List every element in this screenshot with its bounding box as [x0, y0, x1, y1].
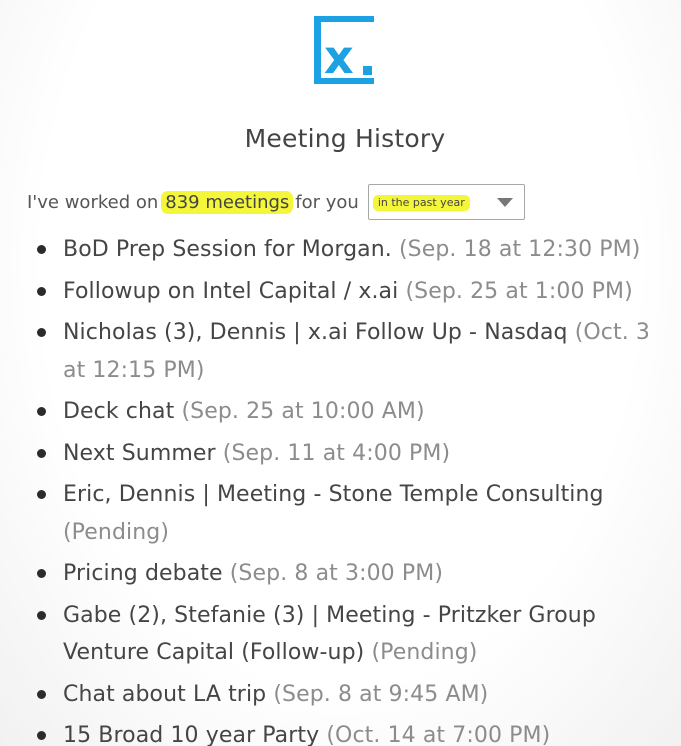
meeting-time: (Pending)	[371, 640, 478, 665]
meeting-time: (Pending)	[63, 519, 170, 545]
bullet-icon	[37, 689, 46, 699]
bullet-icon	[37, 448, 46, 458]
bullet-icon	[37, 731, 46, 740]
meeting-list-item[interactable]: Eric, Dennis | Meeting - Stone Temple Co…	[0, 476, 673, 551]
bullet-icon	[37, 490, 46, 499]
bullet-icon	[37, 407, 46, 416]
meeting-list-item[interactable]: Chat about LA trip (Sep. 8 at 9:45 AM)	[0, 676, 673, 714]
meeting-list-item[interactable]: Pricing debate (Sep. 8 at 3:00 PM)	[0, 555, 673, 593]
meeting-title: BoD Prep Session for Morgan.	[63, 237, 392, 262]
svg-text:x: x	[324, 30, 354, 84]
meeting-title: Nicholas (3), Dennis | x.ai Follow Up - …	[63, 320, 568, 345]
meeting-title: 15 Broad 10 year Party	[63, 723, 320, 746]
bullet-icon	[37, 610, 46, 620]
meeting-title: Followup on Intel Capital / x.ai	[63, 278, 399, 304]
summary-suffix: for you	[295, 191, 359, 213]
period-select[interactable]: in the past year	[367, 184, 525, 220]
meeting-list-item[interactable]: 15 Broad 10 year Party (Oct. 14 at 7:00 …	[0, 717, 673, 746]
meeting-title: Chat about LA trip	[63, 681, 267, 707]
meeting-list-item[interactable]: Deck chat (Sep. 25 at 10:00 AM)	[0, 393, 673, 431]
meeting-list-item[interactable]: Gabe (2), Stefanie (3) | Meeting - Pritz…	[0, 597, 673, 672]
meeting-list-item[interactable]: BoD Prep Session for Morgan. (Sep. 18 at…	[0, 231, 673, 269]
meeting-time: (Sep. 8 at 3:00 PM)	[229, 561, 444, 586]
meeting-summary: I've worked on 839 meetings for you in t…	[27, 183, 525, 221]
meeting-time: (Oct. 14 at 7:00 PM)	[326, 723, 551, 746]
meeting-list-item[interactable]: Next Summer (Sep. 11 at 4:00 PM)	[0, 435, 673, 473]
meeting-time: (Sep. 18 at 12:30 PM)	[398, 237, 641, 262]
meeting-title: Deck chat	[63, 399, 175, 424]
chevron-down-icon	[496, 198, 513, 207]
meeting-count: 839 meetings	[161, 190, 294, 214]
meeting-title: Eric, Dennis | Meeting - Stone Temple Co…	[63, 482, 604, 507]
meeting-time: (Sep. 25 at 1:00 PM)	[405, 278, 633, 304]
bullet-icon	[37, 286, 46, 296]
meeting-list: BoD Prep Session for Morgan. (Sep. 18 at…	[0, 231, 673, 746]
period-select-value: in the past year	[372, 195, 470, 211]
page-title: Meeting History	[244, 124, 446, 153]
meeting-list-item[interactable]: Nicholas (3), Dennis | x.ai Follow Up - …	[0, 314, 673, 389]
meeting-time: (Sep. 11 at 4:00 PM)	[222, 440, 451, 466]
bullet-icon	[37, 569, 46, 578]
bullet-icon	[37, 328, 46, 337]
summary-prefix: I've worked on	[27, 191, 159, 213]
meeting-title: Pricing debate	[63, 561, 223, 586]
meeting-title: Gabe (2), Stefanie (3) | Meeting - Pritz…	[63, 602, 596, 666]
meeting-list-item[interactable]: Followup on Intel Capital / x.ai (Sep. 2…	[0, 273, 673, 311]
meeting-time: (Sep. 25 at 10:00 AM)	[181, 399, 425, 424]
meeting-title: Next Summer	[63, 440, 216, 466]
meeting-time: (Sep. 8 at 9:45 AM)	[273, 681, 489, 707]
xai-logo-icon: x	[314, 16, 374, 84]
bullet-icon	[37, 245, 46, 254]
page: x Meeting History I've worked on 839 mee…	[0, 0, 681, 746]
